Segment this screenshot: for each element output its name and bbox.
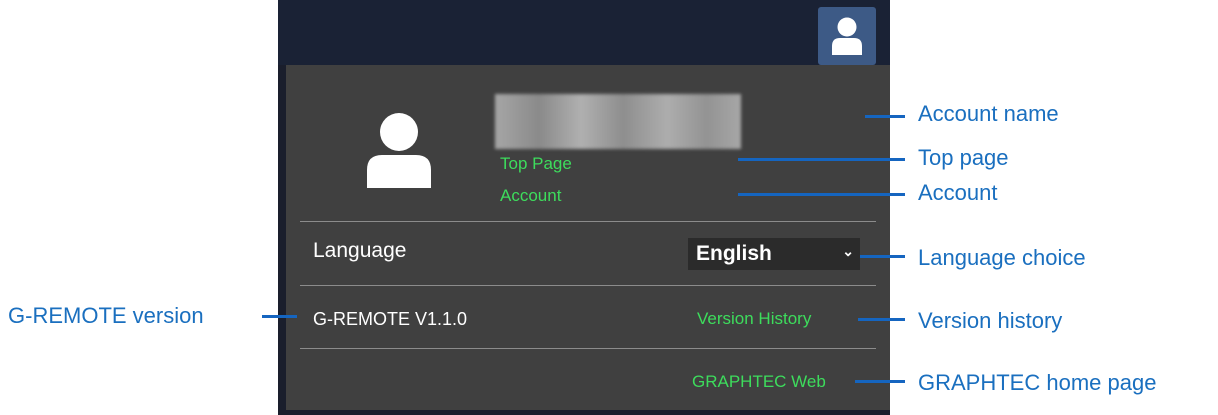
top-page-link[interactable]: Top Page	[500, 154, 572, 174]
language-select[interactable]: English ⌄	[688, 238, 860, 270]
callout-line	[262, 315, 297, 318]
chevron-down-icon: ⌄	[842, 243, 854, 259]
user-icon	[832, 17, 862, 55]
callout-line	[738, 193, 905, 196]
callout-line	[860, 255, 905, 258]
annotation-account-name: Account name	[918, 101, 1059, 126]
annotation-version-history: Version history	[918, 308, 1063, 333]
divider	[300, 221, 876, 222]
callout-line	[858, 318, 905, 321]
annotation-gremote-version: G-REMOTE version	[8, 303, 204, 328]
language-label: Language	[313, 239, 407, 262]
header-bar	[278, 0, 890, 65]
account-link[interactable]: Account	[500, 186, 561, 206]
graphtec-web-link[interactable]: GRAPHTEC Web	[692, 372, 826, 392]
annotation-language-choice: Language choice	[918, 245, 1086, 270]
divider	[300, 285, 876, 286]
callout-line	[855, 380, 905, 383]
user-menu-button[interactable]	[818, 7, 876, 65]
version-label: G-REMOTE V1.1.0	[313, 309, 468, 329]
annotation-account: Account	[918, 180, 998, 205]
account-name	[495, 94, 741, 149]
annotation-home-page: GRAPHTEC home page	[918, 370, 1157, 395]
profile-avatar-icon	[367, 113, 431, 188]
version-history-link[interactable]: Version History	[697, 309, 811, 329]
callout-line	[738, 158, 905, 161]
divider	[300, 348, 876, 349]
callout-line	[865, 115, 905, 118]
annotation-top-page: Top page	[918, 145, 1009, 170]
language-selected-value: English	[696, 242, 772, 265]
